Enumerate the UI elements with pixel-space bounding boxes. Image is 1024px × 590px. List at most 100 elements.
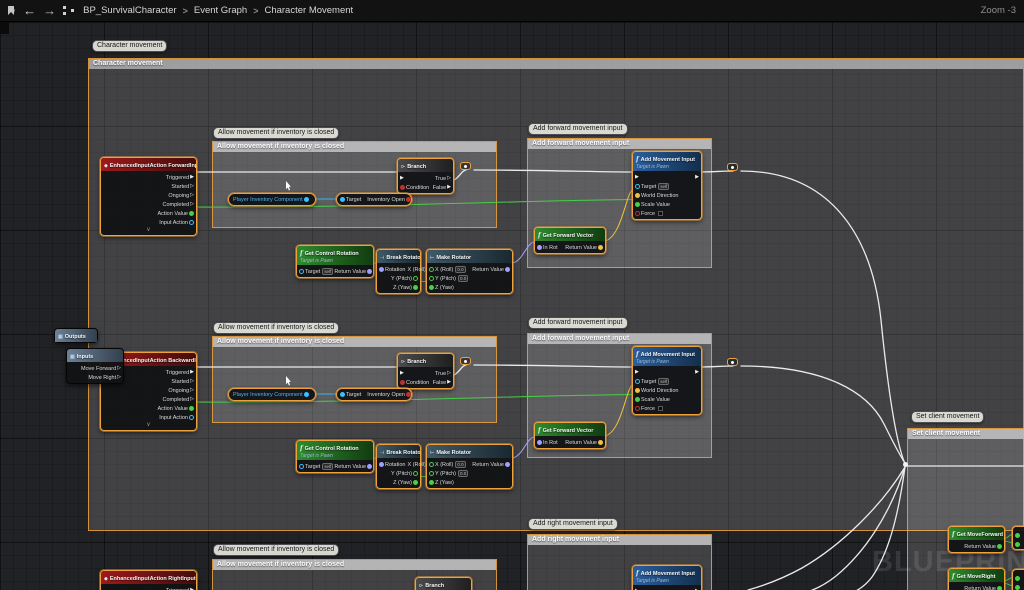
pin-triggered[interactable]: Triggered▶ [165,370,194,376]
pin-scale-value[interactable]: Scale Value [635,202,671,208]
pin-default-value[interactable]: self [322,463,333,470]
pin-rotation[interactable]: Rotation [379,267,407,273]
pin-player-inventory-component[interactable]: Player Inventory Component [232,392,309,398]
data-pin-icon[interactable] [299,464,304,469]
node-ev-forward[interactable]: ◆EnhancedInputAction ForwardInputTrigger… [100,157,197,236]
pin-x-roll-[interactable]: X (Roll)0.0 [429,266,466,273]
pin-false[interactable]: False▶ [432,380,451,386]
data-pin-icon[interactable] [406,197,411,202]
pin-return-value[interactable]: Return Value [333,269,372,275]
pin-action-value[interactable]: Action Value [157,406,194,412]
comment-allow-move-2[interactable]: Allow movement if inventory is closed [212,336,497,423]
exec-pin-icon[interactable]: ▷ [190,388,194,393]
reroute-4[interactable] [727,358,738,366]
pin-x-roll-[interactable]: X (Roll)0.0 [429,461,466,468]
node-branch-1[interactable]: ⊳Branch▶True▷ConditionFalse▶ [397,158,454,194]
pin-in-rot[interactable]: In Rot [537,440,559,446]
node-get-player-inventory-2[interactable]: Player Inventory Component [228,388,316,401]
comment-header-set-client[interactable]: Set client movement [908,429,1024,439]
pin-return-value[interactable]: Return Value [564,440,603,446]
exec-pin-icon[interactable]: ▶ [190,370,194,375]
pin-z-yaw-[interactable]: Z (Yaw) [392,285,418,291]
pin-default-value[interactable]: 0.0 [455,461,465,468]
node-offscreen-node-1[interactable] [1012,526,1024,550]
data-pin-icon[interactable] [635,379,640,384]
node-outputs-tunnel[interactable]: ▦Outputs [54,328,98,343]
data-pin-icon[interactable] [505,267,510,272]
data-pin-icon[interactable] [413,471,418,476]
node-make-rotator-2[interactable]: ⊢Make RotatorX (Roll)0.0Return ValueY (P… [426,444,513,489]
comment-bubble-set-client[interactable]: Set client movement [911,411,984,423]
pin-target[interactable]: Targetself [299,268,333,275]
pin-force[interactable]: Force [635,211,663,217]
data-pin-icon[interactable] [379,267,384,272]
node-add-movement-input-3[interactable]: fAdd Movement InputTarget is Pawn▶▶Targe… [632,565,702,590]
node-break-rotator-1[interactable]: ⊣Break RotatorRotationX (Roll)Y (Pitch)Z… [376,249,421,294]
pin-z-yaw-[interactable]: Z (Yaw) [429,285,455,291]
data-pin-icon[interactable] [429,471,434,476]
comment-bubble-add-forward-1[interactable]: Add forward movement input [528,123,628,135]
pin-move-forward[interactable]: Move Forward▷ [80,366,121,372]
pin-action-value[interactable]: Action Value [157,211,194,217]
pin-false[interactable]: False▶ [432,185,451,191]
node-make-rotator-1[interactable]: ⊢Make RotatorX (Roll)0.0Return ValueY (P… [426,249,513,294]
node-get-forward-vector-2[interactable]: fGet Forward VectorIn RotReturn Value [534,422,606,449]
comment-header-allow-move-2[interactable]: Allow movement if inventory is closed [213,337,496,347]
pin-world-direction[interactable]: World Direction [635,193,680,199]
pin-world-direction[interactable]: World Direction [635,388,680,394]
comment-bubble-add-forward-2[interactable]: Add forward movement input [528,317,628,329]
exec-pin-icon[interactable]: ▶ [695,370,699,375]
exec-pin-icon[interactable]: ▷ [447,371,451,376]
pin-default-value[interactable]: self [658,183,669,190]
pin-target[interactable]: Target [340,392,362,398]
exec-pin-icon[interactable]: ▶ [635,175,639,180]
comment-allow-move-1[interactable]: Allow movement if inventory is closed [212,141,497,228]
pin-condition[interactable]: Condition [400,380,430,386]
data-pin-icon[interactable] [429,480,434,485]
data-pin-icon[interactable] [189,415,194,420]
wire-junction[interactable] [903,462,908,467]
pin-input-action[interactable]: Input Action [158,415,194,421]
data-pin-icon[interactable] [1015,576,1020,581]
data-pin-icon[interactable] [635,397,640,402]
node-inventory-open-2[interactable]: Target Inventory Open [336,388,412,401]
pin-inventory-open[interactable]: Inventory Open [366,392,411,398]
exec-pin-icon[interactable]: ▷ [190,397,194,402]
data-pin-icon[interactable] [367,464,372,469]
back-button[interactable]: ← [23,0,36,22]
data-pin-icon[interactable] [413,276,418,281]
data-pin-icon[interactable] [1015,585,1020,590]
data-pin-icon[interactable] [340,392,345,397]
node-get-moveforward[interactable]: fGet MoveForwardReturn Value [948,526,1005,553]
pin-y-pitch-[interactable]: Y (Pitch) [390,276,418,282]
comment-header-add-forward-1[interactable]: Add forward movement input [528,139,711,149]
forward-button[interactable]: → [43,0,56,22]
pin-checkbox[interactable] [658,406,663,411]
comment-bubble-character-movement[interactable]: Character movement [92,40,167,52]
data-pin-icon[interactable] [429,285,434,290]
node-branch-3[interactable]: ⊳Branch▶True▷ [415,577,472,590]
pin-force[interactable]: Force [635,406,663,412]
data-pin-icon[interactable] [598,440,603,445]
comment-bubble-allow-move-1[interactable]: Allow movement if inventory is closed [213,127,339,139]
exec-pin-icon[interactable]: ▷ [117,375,121,380]
pin-return-value[interactable]: Return Value [963,544,1002,550]
exec-pin-icon[interactable]: ▷ [190,193,194,198]
comment-bubble-allow-move-3[interactable]: Allow movement if inventory is closed [213,544,339,556]
data-pin-icon[interactable] [635,184,640,189]
graph-canvas[interactable]: BLUEPRINT Character movementCharacter mo… [0,22,1024,590]
pin-ongoing[interactable]: Ongoing▷ [167,193,194,199]
pin-move-right[interactable]: Move Right▷ [87,375,121,381]
pin-y-pitch-[interactable]: Y (Pitch)0.0 [429,470,468,477]
breadcrumb-blueprint[interactable]: BP_SurvivalCharacter [83,5,176,16]
pin[interactable]: ▶ [693,370,699,375]
pin-player-inventory-component[interactable]: Player Inventory Component [232,197,309,203]
pin-return-value[interactable]: Return Value [963,586,1002,590]
exec-pin-icon[interactable]: ▷ [190,379,194,384]
node-get-control-rotation-2[interactable]: fGet Control RotationTarget is PawnTarge… [296,440,374,473]
comment-header-allow-move-3[interactable]: Allow movement if inventory is closed [213,560,496,570]
data-pin-icon[interactable] [367,269,372,274]
data-pin-icon[interactable] [406,392,411,397]
exec-pin-icon[interactable]: ▶ [447,185,451,190]
pin-target[interactable]: Targetself [299,463,333,470]
